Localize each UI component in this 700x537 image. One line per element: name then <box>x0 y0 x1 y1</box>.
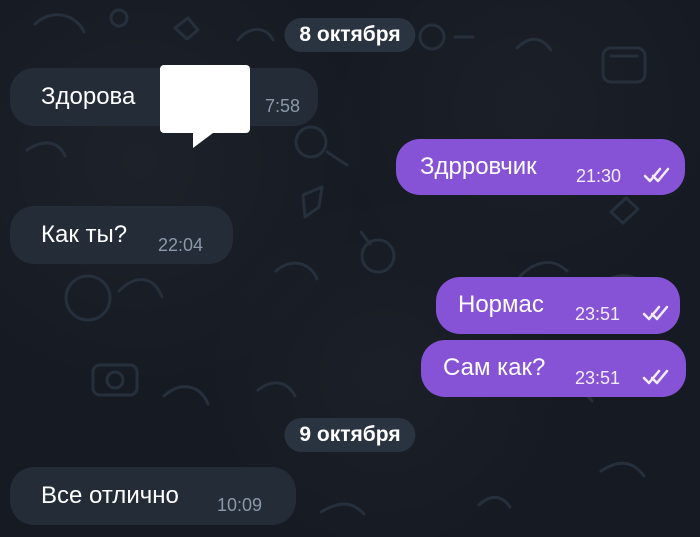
message-time: 23:51 <box>575 368 621 388</box>
date-divider: 8 октября <box>284 18 416 53</box>
message-time: 21:30 <box>576 166 622 186</box>
message-bubble-incoming[interactable]: Все отлично 10:09 <box>10 467 296 525</box>
double-check-icon <box>643 167 670 183</box>
message-text: Здрровчик <box>420 153 537 180</box>
double-check-icon <box>642 305 669 321</box>
message-text: Все отлично <box>41 482 179 509</box>
message-time: 7:58 <box>265 96 301 116</box>
double-check-icon <box>642 369 669 385</box>
message-time: 10:09 <box>217 495 263 515</box>
message-time: 22:04 <box>158 235 204 255</box>
message-bubble-outgoing[interactable]: Здрровчик 21:30 <box>396 139 685 195</box>
message-text: Здорова <box>41 83 136 110</box>
message-text: Нормас <box>458 291 544 318</box>
sticker-image <box>160 65 250 133</box>
date-divider: 9 октября <box>284 418 416 453</box>
message-bubble-incoming[interactable]: Как ты? 22:04 <box>10 206 233 264</box>
message-bubble-outgoing[interactable]: Сам как? 23:51 <box>421 340 686 397</box>
message-time: 23:51 <box>575 304 621 324</box>
message-text: Как ты? <box>41 221 128 248</box>
message-bubble-outgoing[interactable]: Нормас 23:51 <box>436 277 680 334</box>
message-text: Сам как? <box>443 354 546 381</box>
